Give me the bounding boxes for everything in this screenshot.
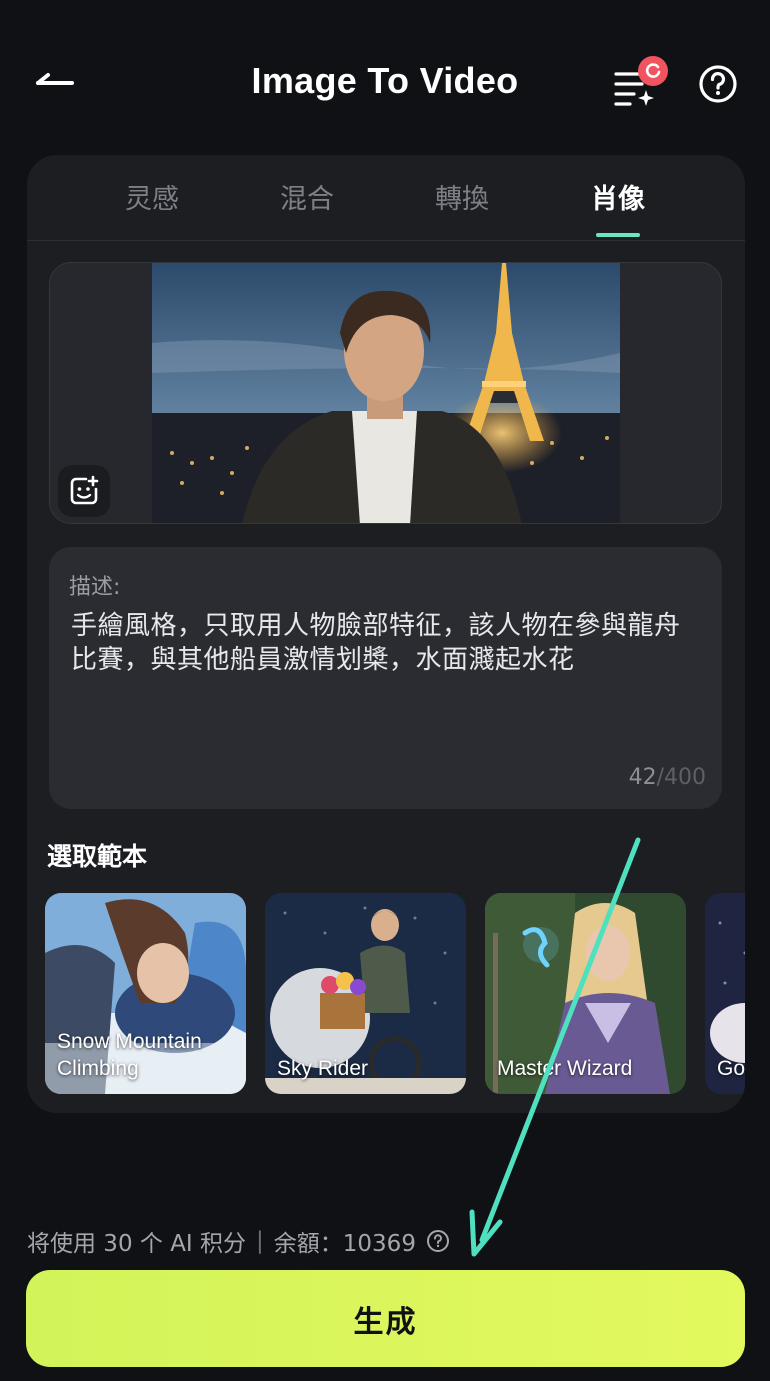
generate-button[interactable]: 生成	[26, 1270, 745, 1367]
image-preview-box[interactable]	[49, 262, 722, 524]
template-card-master-wizard[interactable]: Master Wizard	[485, 893, 686, 1094]
task-status-badge	[638, 56, 668, 86]
main-panel: 灵感 混合 轉換 肖像 描述: 手繪風格，只取用人物臉部特征，該人物在參與龍舟比…	[27, 155, 745, 1113]
template-list: Snow Mountain Climbing Sky Rider Master …	[45, 893, 745, 1095]
tab-mix[interactable]: 混合	[247, 177, 367, 216]
description-label: 描述:	[69, 575, 121, 600]
uploaded-photo	[152, 263, 620, 523]
top-bar: Image To Video	[0, 40, 770, 126]
template-name: Snow Mountain Climbing	[57, 1030, 202, 1080]
character-max: /400	[656, 765, 706, 790]
credits-info: 将使用 30 个 AI 积分 | 余額：10369	[27, 1224, 450, 1258]
generate-label: 生成	[353, 1304, 418, 1340]
question-circle-icon	[426, 1230, 449, 1252]
credits-help-button[interactable]	[426, 1229, 450, 1253]
add-image-button[interactable]	[58, 465, 110, 517]
character-count: 42	[628, 765, 657, 790]
template-card-go[interactable]: Go	[705, 893, 745, 1094]
question-circle-icon	[699, 65, 737, 103]
template-card-sky-rider[interactable]: Sky Rider	[265, 893, 466, 1094]
template-name: Master Wizard	[497, 1057, 633, 1080]
active-tab-indicator	[596, 233, 640, 237]
description-input[interactable]: 手繪風格，只取用人物臉部特征，該人物在參與龍舟比賽，與其他船員激情划槳，水面濺起…	[71, 609, 701, 677]
credits-separator: |	[256, 1228, 264, 1254]
description-box[interactable]: 描述: 手繪風格，只取用人物臉部特征，該人物在參與龍舟比賽，與其他船員激情划槳，…	[49, 547, 722, 809]
template-card-snow-mountain[interactable]: Snow Mountain Climbing	[45, 893, 246, 1094]
loading-spinner-icon	[645, 63, 661, 78]
tasks-button[interactable]	[608, 56, 668, 108]
character-counter: 42/400	[629, 765, 706, 790]
template-name: Sky Rider	[277, 1057, 369, 1080]
credits-cost: 将使用 30 个 AI 积分	[27, 1231, 247, 1257]
templates-section-title: 選取範本	[47, 842, 148, 871]
credits-balance: 余額：10369	[273, 1231, 416, 1257]
tab-convert[interactable]: 轉換	[402, 177, 522, 216]
template-name: Go	[717, 1057, 745, 1080]
help-button[interactable]	[696, 62, 740, 106]
tab-portrait[interactable]: 肖像	[558, 177, 678, 216]
tab-inspiration[interactable]: 灵感	[92, 177, 212, 216]
add-image-icon	[70, 475, 99, 505]
tab-bar: 灵感 混合 轉換 肖像	[27, 155, 745, 241]
